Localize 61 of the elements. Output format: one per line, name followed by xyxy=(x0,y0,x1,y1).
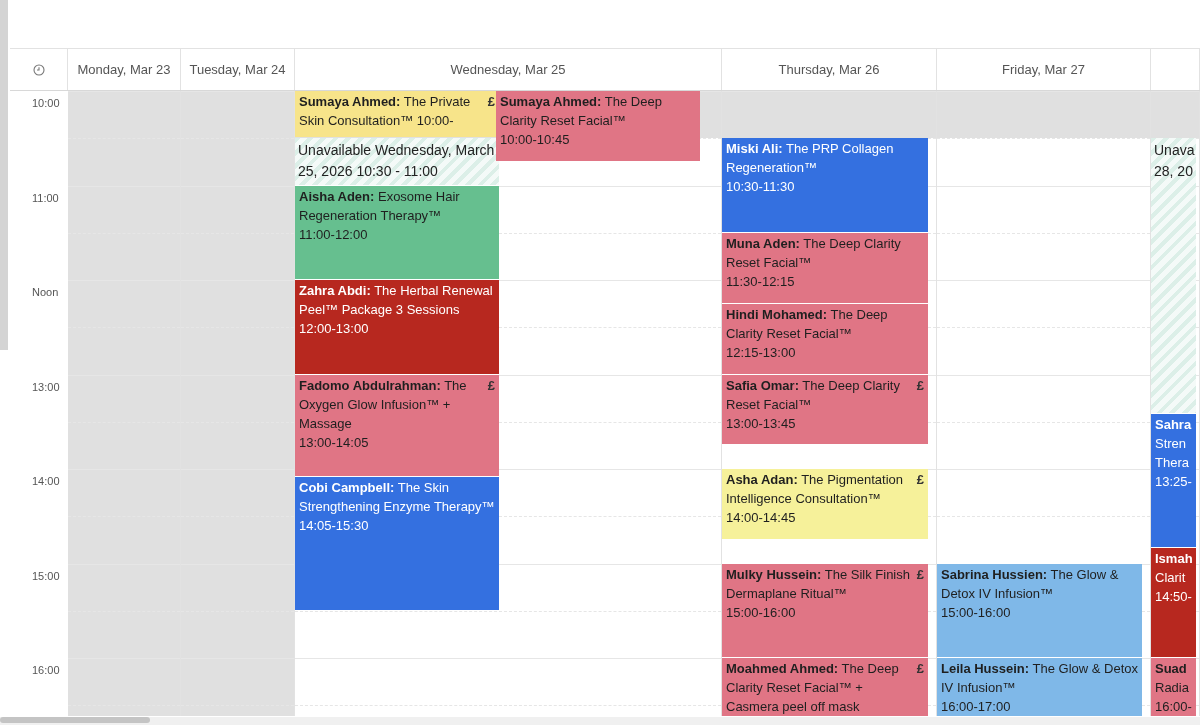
appointment-text: Sabrina Hussien: The Glow & Detox IV Infusion™ xyxy=(941,565,1120,603)
appointment-text: Sahra xyxy=(1155,415,1192,434)
appointment-time: 10:00-10:45 xyxy=(500,131,571,149)
appointment-text: Thera xyxy=(1155,453,1190,472)
pound-sign: £ xyxy=(916,660,924,678)
time-label: 16:00 xyxy=(32,663,60,678)
appointment-text: Sumaya Ahmed: The Deep Clarity Reset Facial™ xyxy=(500,93,663,130)
unavailable-text: Unavailable Wednesday, March 25, 2026 10:30 - 11:00 xyxy=(298,141,496,182)
appointment-text: Zahra Abdi: The Herbal Renewal Peel™ Package 3 Sessions xyxy=(299,282,494,319)
pound-sign: £ xyxy=(487,376,495,395)
appointment-text: 14:50- xyxy=(1155,587,1192,606)
appointment-text: Miski Ali: The PRP Collagen Regeneration™ xyxy=(726,140,895,178)
appointment-time: 11:00-12:00 xyxy=(299,225,369,244)
appointment-text: Suad xyxy=(1155,660,1188,678)
day-header: Tuesday, Mar 24 xyxy=(189,60,286,79)
appointment-text: Asha Adan: The Pigmentation Intelligence Consultation™ xyxy=(726,471,905,508)
appointment-time: 16:00-17:00 xyxy=(941,698,1012,716)
appointment-text: Cobi Campbell: The Skin Strengthening Enzyme Therapy™ xyxy=(299,478,495,516)
time-label: 11:00 xyxy=(32,190,59,206)
day-header: Thursday, Mar 26 xyxy=(778,60,880,79)
day-header: Friday, Mar 27 xyxy=(1002,60,1085,79)
pound-sign: £ xyxy=(487,93,495,111)
appointment-text: 13:25- xyxy=(1155,472,1192,491)
appointment-text: Leila Hussein: The Glow & Detox IV Infusion™ xyxy=(941,660,1138,697)
appointment-text: Radia xyxy=(1155,679,1190,697)
day-header: Wednesday, Mar 25 xyxy=(450,60,566,79)
appointment-time: 14:05-15:30 xyxy=(299,516,370,535)
appointment-text: Safia Omar: The Deep Clarity Reset Facial™ xyxy=(726,376,901,414)
appointment-text: Clarit xyxy=(1155,568,1187,587)
appointment-time: 12:00-13:00 xyxy=(299,320,370,338)
appointment-time: 15:00-16:00 xyxy=(941,603,1012,622)
appointment-time: 10:30-11:30 xyxy=(726,178,796,197)
scrollbar-thumb[interactable] xyxy=(0,717,150,723)
time-label: 14:00 xyxy=(32,474,60,489)
unavailable-text: 28, 20 xyxy=(1154,162,1193,182)
appointment-text: Muna Aden: The Deep Clarity Reset Facial™ xyxy=(726,234,902,272)
pound-sign: £ xyxy=(916,565,924,584)
appointment-text: Sumaya Ahmed: The Private Skin Consultation™ 10:00- xyxy=(299,93,472,130)
appointment-time: 13:00-13:45 xyxy=(726,414,797,433)
pound-sign: £ xyxy=(916,376,924,395)
appointment-text: Ismah xyxy=(1155,549,1192,568)
time-label: 15:00 xyxy=(32,568,60,584)
time-label: 10:00 xyxy=(32,96,60,111)
day-header: Monday, Mar 23 xyxy=(77,60,171,79)
appointment-text: Moahmed Ahmed: The Deep Clarity Reset Facial™ + Casmera peel off mask xyxy=(726,660,900,716)
appointment-text: Stren xyxy=(1155,434,1188,453)
clock-icon xyxy=(32,63,45,76)
appointment-text: Aisha Aden: Exosome Hair Regeneration Therapy™ xyxy=(299,187,461,225)
appointment-text: Fadomo Abdulrahman: The Oxygen Glow Infusion™ + Massage xyxy=(299,376,468,433)
pound-sign: £ xyxy=(916,471,924,489)
appointment-time: 15:00-16:00 xyxy=(726,603,797,622)
time-label: Noon xyxy=(32,285,59,300)
appointment-text: Hindi Mohamed: The Deep Clarity Reset Facial™ xyxy=(726,305,889,343)
appointment-time: 11:30-12:15 xyxy=(726,272,796,291)
appointment-text: Mulky Hussein: The Silk Finish Dermaplane Ritual™ xyxy=(726,565,911,603)
appointment-text: 16:00- xyxy=(1155,698,1192,716)
appointment-time: 14:00-14:45 xyxy=(726,509,797,527)
unavailable-text: Unava xyxy=(1154,141,1193,161)
appointment-time: 13:00-14:05 xyxy=(299,433,370,452)
time-label: 13:00 xyxy=(32,379,60,395)
appointment-time: 12:15-13:00 xyxy=(726,343,797,362)
